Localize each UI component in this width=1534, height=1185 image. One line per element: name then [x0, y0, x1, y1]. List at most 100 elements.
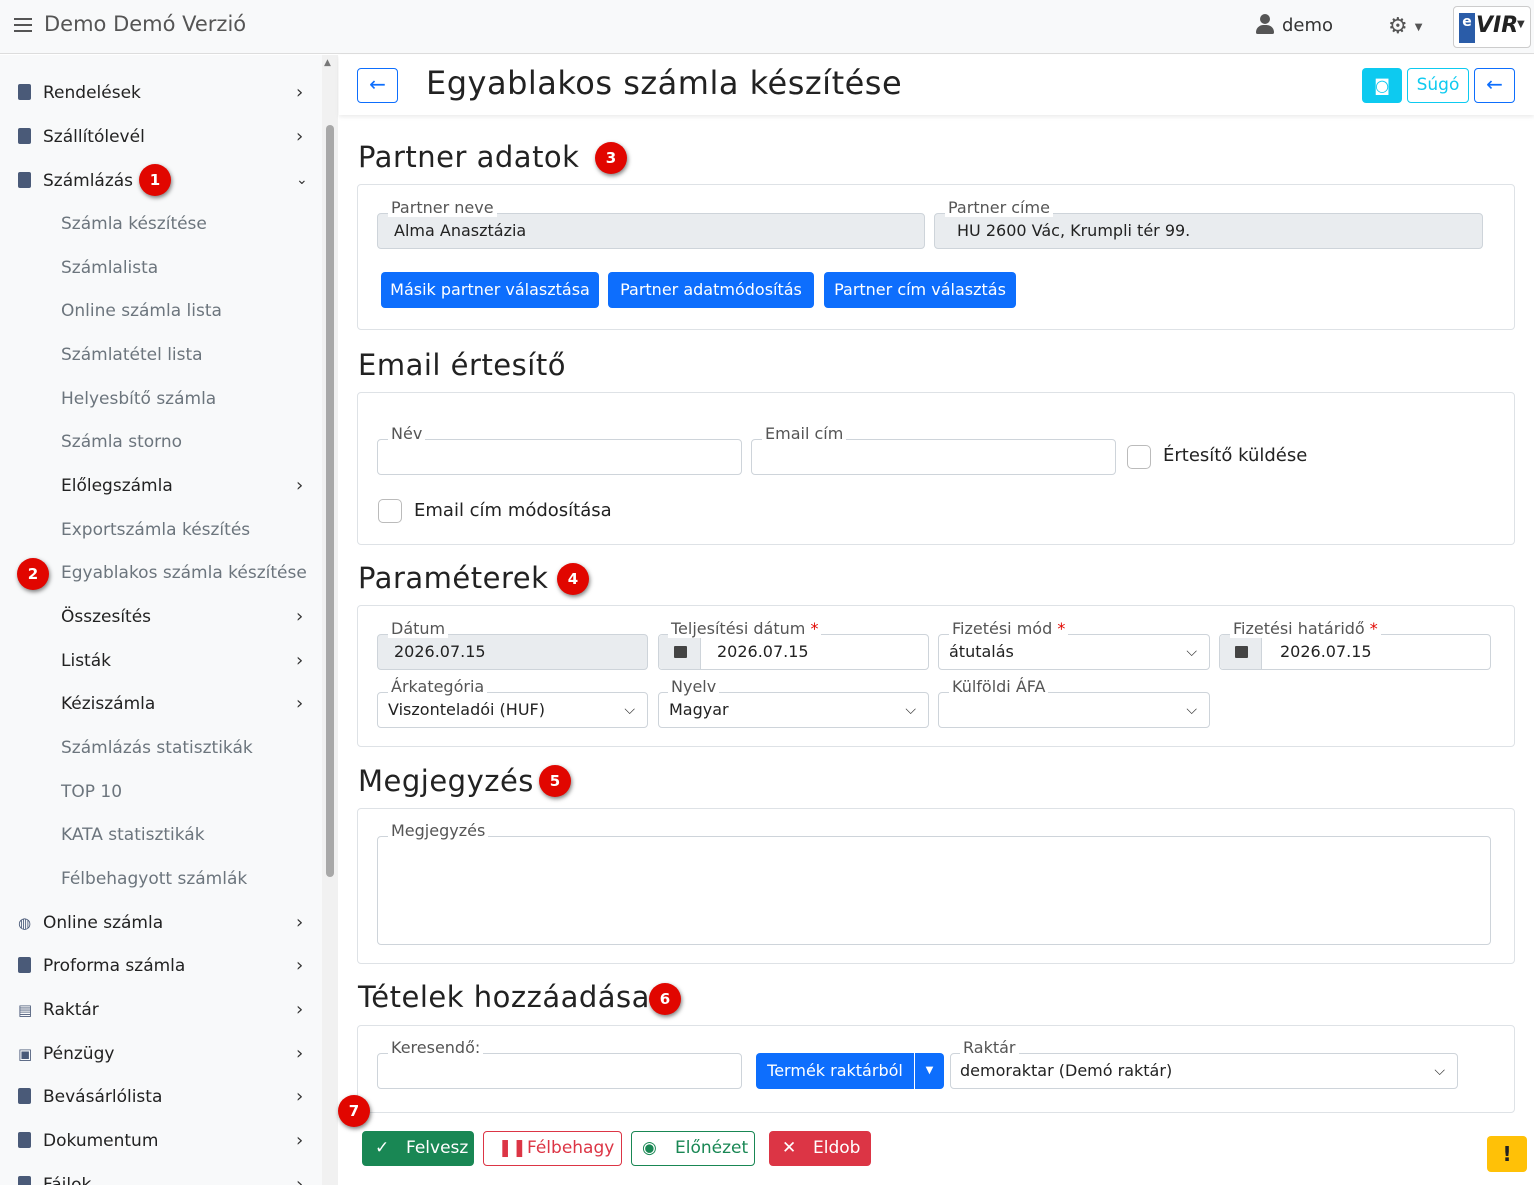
- send-notification-checkbox[interactable]: [1127, 445, 1151, 469]
- pause-button[interactable]: ❚❚ Félbehagy: [483, 1131, 622, 1166]
- section-title-note: Megjegyzés: [358, 764, 534, 798]
- chevron-right-icon: ›: [296, 82, 304, 103]
- foreign-vat-select[interactable]: ⌵: [938, 692, 1210, 728]
- sidebar-subitem-keziszamla[interactable]: Kéziszámla ›: [0, 685, 322, 725]
- calendar-icon[interactable]: [1220, 635, 1262, 669]
- back-button[interactable]: ←: [357, 68, 398, 103]
- language-select[interactable]: Magyar ⌵: [658, 692, 929, 728]
- file-icon: [18, 1176, 34, 1185]
- app-title: Demo Demó Verzió: [44, 12, 247, 36]
- warning-button[interactable]: !: [1487, 1136, 1527, 1172]
- sidebar-item-dokumentum[interactable]: Dokumentum ›: [0, 1122, 322, 1162]
- settings-menu[interactable]: ⚙ ▼: [1388, 14, 1422, 39]
- payment-method-select[interactable]: átutalás ⌵: [938, 634, 1210, 670]
- discard-button[interactable]: ✕ Eldob: [769, 1131, 871, 1166]
- chevron-down-icon: ⌵: [1186, 644, 1197, 660]
- sidebar-item-label: Pénzügy: [43, 1044, 115, 1064]
- sidebar-subitem-szamlalista[interactable]: Számlalista: [0, 249, 322, 289]
- sidebar-subitem-szamlatetel-lista[interactable]: Számlatétel lista: [0, 336, 322, 376]
- other-partner-button[interactable]: Másik partner választása: [381, 272, 599, 308]
- partner-address-label: Partner címe: [945, 198, 1053, 217]
- sidebar-subitem-listak[interactable]: Listák ›: [0, 642, 322, 682]
- sidebar-subitem-osszesites[interactable]: Összesítés ›: [0, 598, 322, 638]
- foreign-vat-label: Külföldi ÁFA: [949, 677, 1049, 696]
- date-field: 2026.07.15: [377, 634, 648, 670]
- sidebar-subitem-szamla-keszitese[interactable]: Számla készítése: [0, 205, 322, 245]
- calendar-icon[interactable]: [659, 635, 701, 669]
- sidebar-subitem-kata[interactable]: KATA statisztikák: [0, 816, 322, 856]
- partner-modify-button[interactable]: Partner adatmódosítás: [608, 272, 814, 308]
- back-button-right[interactable]: ←: [1474, 68, 1515, 103]
- email-modify-checkbox[interactable]: [378, 499, 402, 523]
- sidebar-subitem-exportszamla[interactable]: Exportszámla készítés: [0, 511, 322, 551]
- section-title-email: Email értesítő: [358, 348, 566, 382]
- sidebar-item-bevasarlolista[interactable]: Bevásárlólista ›: [0, 1078, 322, 1118]
- note-textarea[interactable]: [377, 836, 1491, 945]
- add-button[interactable]: ✓ Felvesz: [362, 1131, 474, 1166]
- chevron-right-icon: ›: [296, 1043, 304, 1064]
- gear-icon: ⚙: [1388, 14, 1408, 39]
- user-name: demo: [1282, 15, 1334, 36]
- sidebar-subitem-helyesbito-szamla[interactable]: Helyesbítő számla: [0, 380, 322, 420]
- sidebar-subitem-szamla-storno[interactable]: Számla storno: [0, 423, 322, 463]
- chat-button[interactable]: ◙: [1362, 68, 1402, 103]
- partner-address-button[interactable]: Partner cím választás: [824, 272, 1016, 308]
- sidebar-item-penzugy[interactable]: ▣ Pénzügy ›: [0, 1035, 322, 1075]
- list-icon: [18, 1088, 34, 1106]
- sidebar-item-rendelesek[interactable]: Rendelések ›: [0, 74, 322, 114]
- step-badge: 7: [338, 1095, 370, 1127]
- sidebar-subitem-label: Számla storno: [61, 432, 183, 452]
- pause-icon: ❚❚: [498, 1138, 527, 1158]
- user-menu[interactable]: demo: [1256, 14, 1333, 36]
- product-from-warehouse-button[interactable]: Termék raktárból: [756, 1053, 914, 1089]
- help-button[interactable]: Súgó: [1407, 68, 1469, 103]
- performance-date-input[interactable]: 2026.07.15: [658, 634, 929, 670]
- warehouse-select[interactable]: demoraktar (Demó raktár) ⌵: [950, 1053, 1458, 1089]
- section-title-partner: Partner adatok: [358, 140, 580, 174]
- scroll-up-icon[interactable]: ▲: [324, 58, 331, 68]
- sidebar-subitem-label: Számlázás statisztikák: [61, 738, 253, 758]
- invoice-icon: [18, 172, 34, 190]
- sidebar-item-raktar[interactable]: ▤ Raktár ›: [0, 991, 322, 1031]
- chevron-right-icon: ›: [296, 999, 304, 1020]
- sidebar-subitem-statisztikak[interactable]: Számlázás statisztikák: [0, 729, 322, 769]
- price-category-label: Árkategória: [388, 677, 488, 696]
- chevron-down-icon: ⌄: [296, 172, 308, 188]
- step-badge: 2: [17, 558, 49, 590]
- chevron-right-icon: ›: [296, 1086, 304, 1107]
- note-icon: [18, 957, 34, 975]
- pause-button-label: Félbehagy: [527, 1138, 615, 1158]
- sidebar-subitem-eloleg[interactable]: Előlegszámla ›: [0, 467, 322, 507]
- product-dropdown-toggle[interactable]: ▼: [915, 1053, 944, 1089]
- clipboard-icon: [18, 128, 34, 146]
- sidebar-item-online-szamla[interactable]: ◍ Online számla ›: [0, 904, 322, 944]
- close-icon: ✕: [782, 1138, 797, 1158]
- search-label: Keresendő:: [388, 1038, 484, 1057]
- logo-e: e: [1459, 13, 1475, 43]
- sidebar-item-fajlok[interactable]: Fájlok ›: [0, 1166, 322, 1185]
- language-value: Magyar: [669, 700, 729, 719]
- due-date-input[interactable]: 2026.07.15: [1219, 634, 1491, 670]
- sidebar-subitem-online-szamla-lista[interactable]: Online számla lista: [0, 292, 322, 332]
- price-category-select[interactable]: Viszonteladói (HUF) ⌵: [377, 692, 648, 728]
- search-input[interactable]: [377, 1053, 742, 1089]
- due-date-label: Fizetési határidő *: [1230, 619, 1381, 638]
- sidebar-subitem-top10[interactable]: TOP 10: [0, 773, 322, 813]
- email-address-input[interactable]: [751, 439, 1116, 475]
- logo-menu[interactable]: e VIR ▼: [1453, 6, 1531, 48]
- document-icon: [18, 84, 34, 102]
- chevron-down-icon: ⌵: [1434, 1063, 1445, 1079]
- sidebar-scrollbar-thumb[interactable]: [326, 125, 334, 877]
- preview-button[interactable]: ◉ Előnézet: [631, 1131, 755, 1166]
- step-badge: 1: [139, 164, 171, 196]
- sidebar-item-proforma[interactable]: Proforma számla ›: [0, 947, 322, 987]
- chevron-right-icon: ›: [296, 955, 304, 976]
- email-name-input[interactable]: [377, 439, 742, 475]
- sidebar-item-szallitolevel[interactable]: Szállítólevél ›: [0, 118, 322, 158]
- hamburger-menu-icon[interactable]: [14, 18, 32, 32]
- globe-icon: ◍: [18, 914, 32, 932]
- warehouse-icon: ▤: [18, 1001, 33, 1019]
- note-label: Megjegyzés: [388, 821, 489, 840]
- sidebar-subitem-felbehagyott[interactable]: Félbehagyott számlák: [0, 860, 322, 900]
- email-name-label: Név: [388, 424, 426, 443]
